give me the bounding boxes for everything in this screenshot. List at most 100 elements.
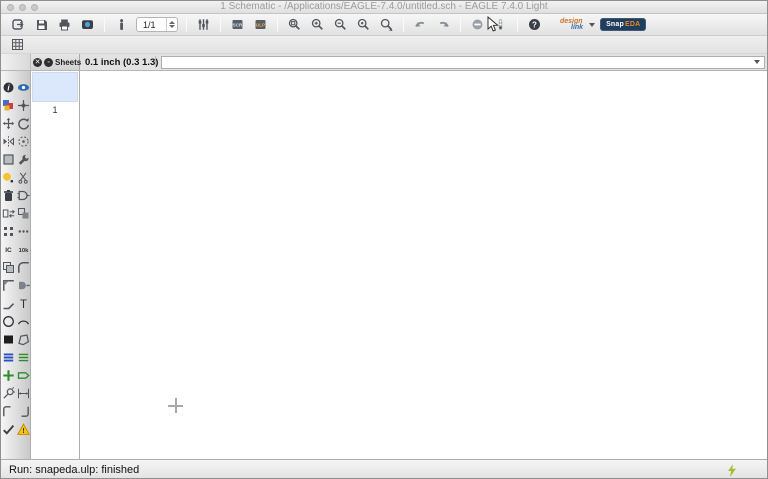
tool-miter[interactable] xyxy=(16,258,30,276)
sheet-spinner[interactable]: 1/1 xyxy=(136,17,178,32)
undo-button[interactable] xyxy=(409,16,432,34)
tool-rect[interactable] xyxy=(1,330,15,348)
zoom-window-button[interactable] xyxy=(31,4,38,11)
tool-pinswap[interactable] xyxy=(1,204,15,222)
tool-errors[interactable]: ! xyxy=(16,420,30,438)
zoom-select-button[interactable] xyxy=(375,16,398,34)
polygon-icon xyxy=(17,333,29,345)
zoom-in-button[interactable] xyxy=(306,16,329,34)
tool-invoke[interactable] xyxy=(16,276,30,294)
help-button[interactable]: ? xyxy=(523,16,546,34)
tool-smash[interactable] xyxy=(1,222,15,240)
tool-name[interactable]: IC xyxy=(1,240,15,258)
tool-change[interactable] xyxy=(16,150,30,168)
minimize-window-button[interactable] xyxy=(19,4,26,11)
toolbar-separator xyxy=(460,17,461,32)
tool-label[interactable] xyxy=(16,366,30,384)
script-button[interactable]: SCR xyxy=(226,16,249,34)
miter-icon xyxy=(17,261,29,273)
close-window-button[interactable] xyxy=(7,4,14,11)
svg-text:IC: IC xyxy=(5,247,12,254)
zoom-fit-button[interactable] xyxy=(283,16,306,34)
stepper-up-icon[interactable] xyxy=(169,21,175,24)
stop-button[interactable] xyxy=(466,16,489,34)
tool-frame-left[interactable] xyxy=(1,402,15,420)
secondary-toolbar xyxy=(1,36,767,54)
zoom-out-button[interactable] xyxy=(329,16,352,34)
tool-text[interactable]: T xyxy=(16,294,30,312)
grid-icon xyxy=(12,39,23,50)
tool-spin[interactable] xyxy=(16,132,30,150)
tool-delete[interactable] xyxy=(1,186,15,204)
grid-button[interactable] xyxy=(6,36,29,54)
toolbar-separator xyxy=(104,17,105,32)
open-button[interactable] xyxy=(7,16,30,34)
activity-bolt-icon xyxy=(728,463,736,477)
zoom-select-icon xyxy=(380,18,393,31)
tool-add-part[interactable] xyxy=(16,186,30,204)
zoom-fit-icon xyxy=(288,18,300,30)
schematic-canvas[interactable] xyxy=(80,71,767,459)
command-combo-arrow-icon[interactable] xyxy=(754,60,760,64)
tool-net[interactable] xyxy=(16,348,30,366)
tool-dimension[interactable] xyxy=(16,384,30,402)
errors-icon: ! xyxy=(16,422,30,435)
pinswap-icon xyxy=(2,209,15,218)
use-library-button[interactable] xyxy=(110,16,133,34)
tool-copy[interactable] xyxy=(1,258,15,276)
grid-settings-button[interactable] xyxy=(192,16,215,34)
tool-polygon[interactable] xyxy=(16,330,30,348)
tool-paint[interactable] xyxy=(1,168,15,186)
tool-replace[interactable] xyxy=(16,204,30,222)
designlink-dropdown-icon[interactable] xyxy=(589,22,596,27)
tool-attribute[interactable] xyxy=(1,384,15,402)
show-icon xyxy=(17,83,29,91)
tool-move[interactable] xyxy=(1,114,15,132)
dimension-icon xyxy=(17,388,29,398)
zoom-in-icon xyxy=(311,18,323,30)
tool-value[interactable]: 10k xyxy=(16,240,30,258)
tool-split[interactable] xyxy=(16,222,30,240)
tool-info[interactable]: i xyxy=(1,78,15,96)
zoom-redraw-button[interactable] xyxy=(352,16,375,34)
tool-corner[interactable] xyxy=(1,276,15,294)
eagle-window: 1 Schematic - /Applications/EAGLE-7.4.0/… xyxy=(0,0,768,479)
command-input[interactable] xyxy=(161,55,765,69)
snapeda-button[interactable]: Snap EDA xyxy=(600,18,647,31)
attribute-icon xyxy=(2,386,15,399)
sheets-panel-header: ✕ ◦ Sheets xyxy=(31,54,81,70)
sheets-float-button[interactable]: ◦ xyxy=(44,57,53,67)
tool-rotate[interactable] xyxy=(16,114,30,132)
tool-erc[interactable] xyxy=(1,420,15,438)
tool-bus[interactable] xyxy=(1,348,15,366)
designlink-button[interactable]: design link xyxy=(560,18,600,31)
tool-display[interactable] xyxy=(1,96,15,114)
tool-frame-right[interactable] xyxy=(16,402,30,420)
run-ulp-button[interactable]: ULP xyxy=(249,16,272,34)
rotate-icon xyxy=(17,117,29,130)
stepper-down-icon[interactable] xyxy=(169,25,175,28)
go-button[interactable] xyxy=(489,16,512,34)
tool-mark[interactable] xyxy=(16,96,30,114)
print-icon xyxy=(59,19,70,31)
tool-circle[interactable] xyxy=(1,312,15,330)
sheet-thumbnail-selected[interactable] xyxy=(32,72,78,102)
sheet-spinner-stepper[interactable] xyxy=(166,18,177,31)
tool-junction[interactable] xyxy=(1,366,15,384)
circle-icon xyxy=(2,315,14,327)
tool-palette: i IC 10k T! xyxy=(1,71,31,459)
tool-mirror[interactable] xyxy=(1,132,15,150)
toolbar-separator xyxy=(403,17,404,32)
sheets-close-button[interactable]: ✕ xyxy=(33,57,42,67)
spin-icon xyxy=(17,135,29,147)
tool-show[interactable] xyxy=(16,78,30,96)
export-image-button[interactable] xyxy=(76,16,99,34)
tool-arc[interactable] xyxy=(16,312,30,330)
tool-wire[interactable] xyxy=(1,294,15,312)
tool-cut[interactable] xyxy=(16,168,30,186)
save-button[interactable] xyxy=(30,16,53,34)
redo-button[interactable] xyxy=(432,16,455,34)
print-button[interactable] xyxy=(53,16,76,34)
title-bar[interactable]: 1 Schematic - /Applications/EAGLE-7.4.0/… xyxy=(1,1,767,14)
tool-group[interactable] xyxy=(1,150,15,168)
